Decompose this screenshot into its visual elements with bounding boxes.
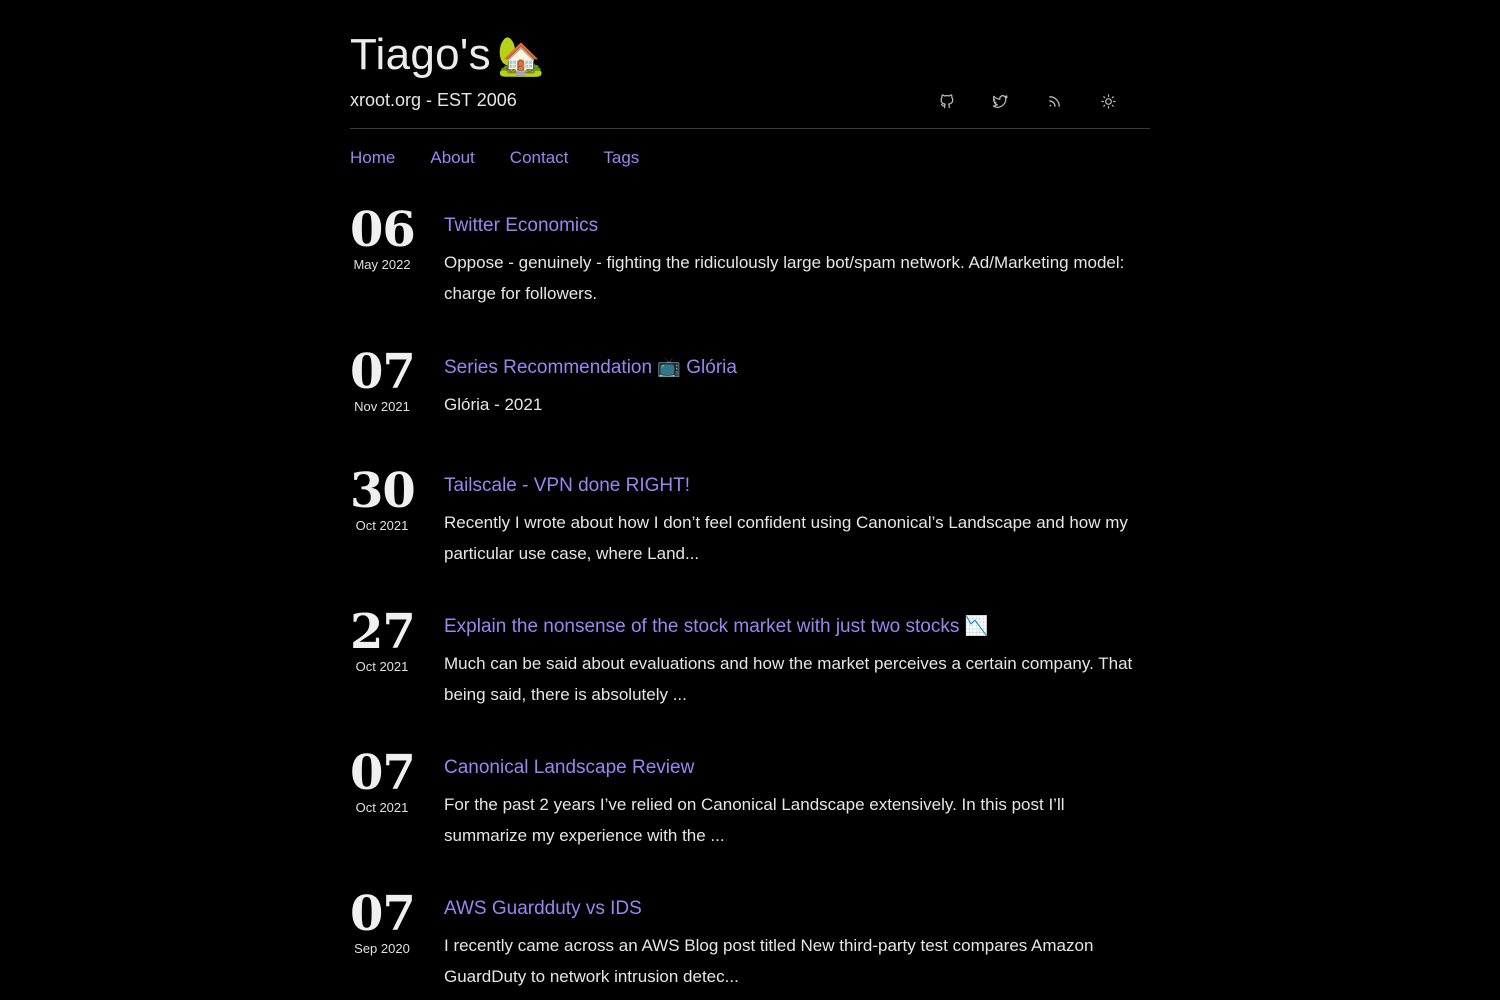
nav-contact[interactable]: Contact xyxy=(510,148,569,168)
post-body: Tailscale - VPN done RIGHT! Recently I w… xyxy=(444,473,1150,569)
post-title-link[interactable]: Series Recommendation 📺 Glória xyxy=(444,355,737,381)
post-day: 07 xyxy=(350,344,416,400)
post-excerpt: Glória - 2021 xyxy=(444,395,543,414)
post-day: 07 xyxy=(350,886,416,942)
post-month: Oct 2021 xyxy=(355,518,409,533)
post-body: AWS Guardduty vs IDS I recently came acr… xyxy=(444,896,1150,992)
twitter-icon[interactable] xyxy=(990,91,1010,111)
main-nav: Home About Contact Tags xyxy=(350,148,674,168)
post-excerpt: Oppose - genuinely - fighting the ridicu… xyxy=(444,253,1125,303)
post-date: 07 Oct 2021 xyxy=(350,745,416,815)
post-body: Explain the nonsense of the stock market… xyxy=(444,614,1150,710)
post-body: Canonical Landscape Review For the past … xyxy=(444,755,1150,851)
site-subtitle: xroot.org - EST 2006 xyxy=(350,90,517,110)
site-title[interactable]: Tiago's 🏡 xyxy=(350,30,545,80)
site-header: Tiago's 🏡 xroot.org - EST 2006 xyxy=(350,0,1150,129)
page-container: Tiago's 🏡 xroot.org - EST 2006 Home Abou… xyxy=(350,0,1150,986)
post-excerpt: Much can be said about evaluations and h… xyxy=(444,654,1133,704)
post-title-link[interactable]: AWS Guardduty vs IDS xyxy=(444,896,642,922)
post-month: May 2022 xyxy=(353,257,411,272)
post-date: 07 Sep 2020 xyxy=(350,886,416,956)
post-day: 06 xyxy=(350,202,416,258)
site-title-text: Tiago's xyxy=(350,30,491,79)
nav-home[interactable]: Home xyxy=(350,148,395,168)
nav-tags[interactable]: Tags xyxy=(603,148,639,168)
post-excerpt: Recently I wrote about how I don’t feel … xyxy=(444,513,1128,563)
post-date: 30 Oct 2021 xyxy=(350,463,416,533)
post-month: Sep 2020 xyxy=(354,941,410,956)
post-date: 27 Oct 2021 xyxy=(350,604,416,674)
header-icons xyxy=(936,91,1152,111)
post-title-link[interactable]: Tailscale - VPN done RIGHT! xyxy=(444,473,690,499)
nav-about[interactable]: About xyxy=(430,148,474,168)
post-day: 27 xyxy=(350,604,416,660)
post-month: Oct 2021 xyxy=(355,800,409,815)
github-icon[interactable] xyxy=(936,91,956,111)
post-title-link[interactable]: Explain the nonsense of the stock market… xyxy=(444,614,988,640)
post-date: 07 Nov 2021 xyxy=(350,344,416,414)
post-title-link[interactable]: Canonical Landscape Review xyxy=(444,755,694,781)
rss-icon[interactable] xyxy=(1044,91,1064,111)
post-excerpt: I recently came across an AWS Blog post … xyxy=(444,936,1094,986)
post-excerpt: For the past 2 years I’ve relied on Cano… xyxy=(444,795,1065,845)
post-month: Nov 2021 xyxy=(354,399,410,414)
post-date: 06 May 2022 xyxy=(350,202,416,272)
post-day: 30 xyxy=(350,463,416,519)
theme-toggle-icon[interactable] xyxy=(1098,91,1118,111)
post-body: Twitter Economics Oppose - genuinely - f… xyxy=(444,213,1150,309)
post-body: Series Recommendation 📺 Glória Glória - … xyxy=(444,355,1150,420)
house-icon: 🏡 xyxy=(496,36,545,78)
post-title-link[interactable]: Twitter Economics xyxy=(444,213,598,239)
post-day: 07 xyxy=(350,745,416,801)
post-month: Oct 2021 xyxy=(355,659,409,674)
